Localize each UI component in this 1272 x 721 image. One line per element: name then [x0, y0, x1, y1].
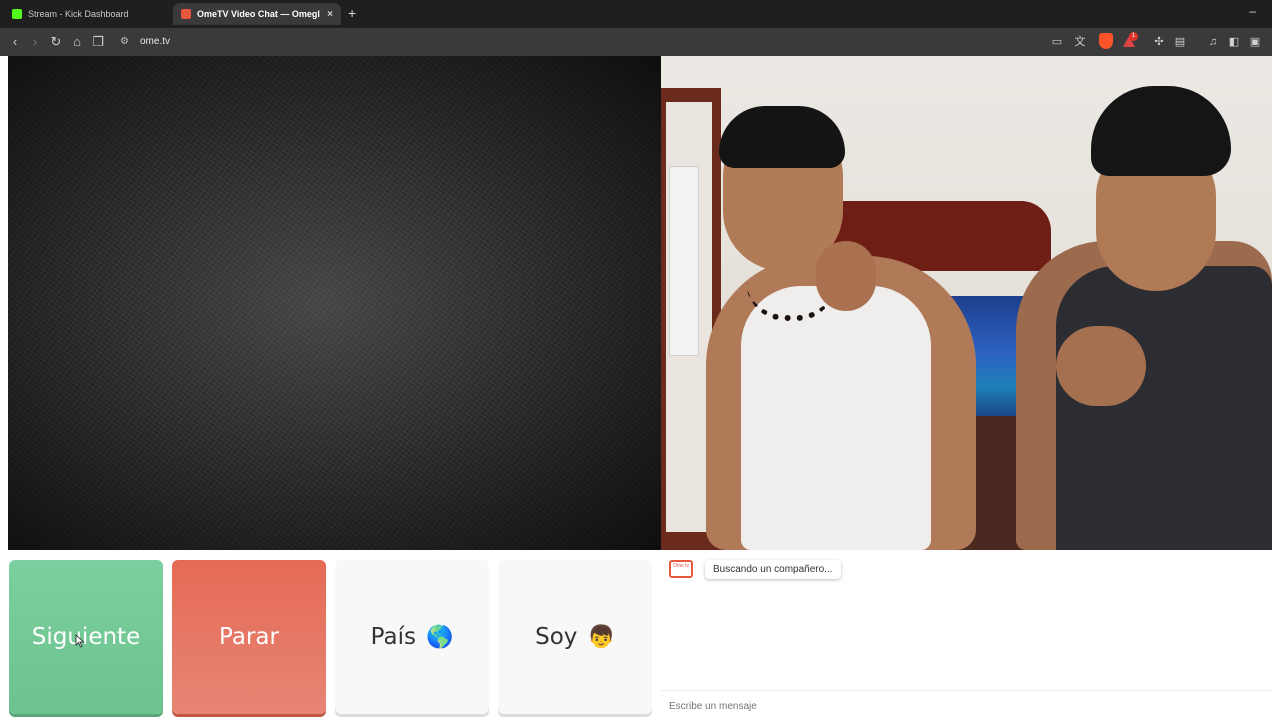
home-icon[interactable]: ⌂	[69, 34, 85, 50]
remote-video	[661, 56, 1272, 550]
ometv-favicon-icon	[181, 9, 191, 19]
forward-icon[interactable]: ›	[27, 34, 43, 50]
wallet-icon[interactable]: ▣	[1247, 34, 1263, 50]
country-button-label: País	[370, 624, 416, 650]
ometv-page: Siguiente Parar País 🌎 Soy 👦 Ome tv Busc…	[0, 56, 1272, 721]
gender-filter-button[interactable]: Soy 👦	[498, 560, 652, 714]
mouse-cursor-icon	[75, 634, 85, 648]
tab-title: OmeTV Video Chat — Omegl	[197, 9, 320, 19]
person-right-arm	[1056, 326, 1146, 406]
chat-panel: Ome tv Buscando un compañero...	[661, 550, 1272, 721]
globe-icon: 🌎	[425, 624, 454, 650]
address-bar[interactable]: ome.tv	[140, 36, 170, 47]
kick-favicon-icon	[12, 9, 22, 19]
tab-ometv[interactable]: OmeTV Video Chat — Omegl ×	[173, 3, 341, 25]
ometv-logo-icon: Ome tv	[669, 560, 693, 578]
person-left-hair	[719, 106, 845, 168]
tab-title: Stream - Kick Dashboard	[28, 9, 129, 19]
extensions-icon[interactable]: ✣	[1151, 34, 1167, 50]
brave-shields-icon[interactable]	[1099, 33, 1113, 49]
cast-icon[interactable]: ▭	[1049, 34, 1065, 50]
local-video-static	[8, 56, 661, 550]
translate-icon[interactable]: 文	[1072, 34, 1088, 50]
site-settings-icon[interactable]: ⚙	[120, 35, 132, 49]
reload-icon[interactable]: ↻	[48, 34, 64, 50]
person-left-hand	[816, 241, 876, 311]
sidebar-icon[interactable]: ◧	[1226, 34, 1242, 50]
stop-button-label: Parar	[219, 624, 279, 650]
browser-tab-bar: Stream - Kick Dashboard OmeTV Video Chat…	[0, 0, 1272, 28]
chat-status-message: Buscando un compañero...	[705, 560, 841, 579]
boy-icon: 👦	[587, 624, 615, 650]
next-button-label: Siguiente	[31, 624, 141, 650]
new-tab-button[interactable]: +	[348, 5, 356, 21]
chat-input-container	[661, 690, 1272, 721]
reading-list-icon[interactable]: ▤	[1172, 34, 1188, 50]
minimize-window-button[interactable]: –	[1249, 4, 1256, 18]
chat-message-input[interactable]	[661, 691, 1272, 721]
rewards-badge: 1	[1129, 32, 1138, 41]
video-shelf	[669, 166, 699, 356]
back-icon[interactable]: ‹	[7, 34, 23, 50]
next-button[interactable]: Siguiente	[9, 560, 163, 714]
media-icon[interactable]: ♫	[1205, 34, 1221, 50]
tab-kick-dashboard[interactable]: Stream - Kick Dashboard	[4, 3, 170, 25]
stop-button[interactable]: Parar	[172, 560, 326, 714]
person-left-tanktop	[741, 286, 931, 550]
person-right-shirt	[1056, 266, 1272, 550]
gender-button-label: Soy	[535, 624, 578, 650]
bookmark-icon[interactable]: ❐	[90, 34, 106, 50]
browser-toolbar: ‹ › ↻ ⌂ ❐ ⚙ ome.tv ▭ 文 1 ✣ ▤ ♫ ◧ ▣	[0, 28, 1272, 56]
close-tab-icon[interactable]: ×	[327, 9, 333, 20]
country-filter-button[interactable]: País 🌎	[335, 560, 489, 714]
